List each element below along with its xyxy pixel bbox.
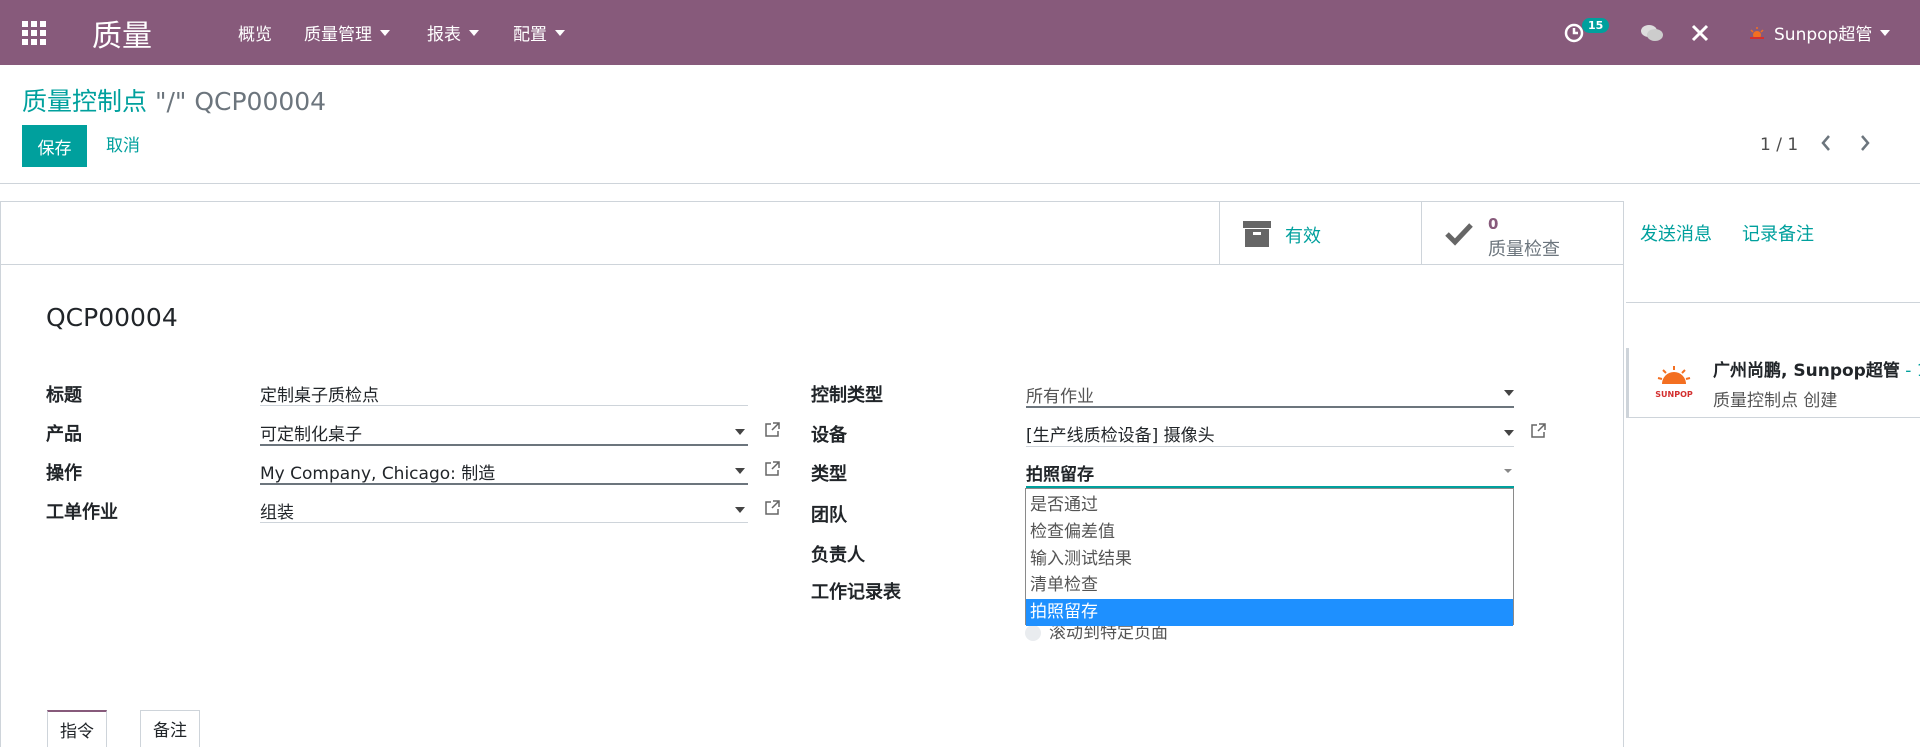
type-option-measure[interactable]: 检查偏差值 bbox=[1026, 519, 1513, 546]
product-label: 产品 bbox=[46, 424, 82, 445]
user-name: Sunpop超管 bbox=[1774, 25, 1873, 45]
control-type-dropdown-caret-icon[interactable] bbox=[1504, 390, 1514, 396]
message-author-name: 广州尚鹏, Sunpop超管 bbox=[1713, 361, 1900, 381]
title-field[interactable]: 定制桌子质检点 bbox=[260, 381, 379, 406]
quality-checks-count: 0 bbox=[1488, 215, 1499, 233]
title-label: 标题 bbox=[46, 385, 82, 406]
worksheet-radio-label: 滚动到特定页面 bbox=[1049, 623, 1168, 643]
external-link-icon[interactable] bbox=[1529, 422, 1547, 440]
type-option-take-picture[interactable]: 拍照留存 bbox=[1026, 599, 1513, 626]
external-link-icon[interactable] bbox=[763, 460, 781, 478]
button-box: 有效 0 质量检查 bbox=[1, 202, 1623, 265]
workorder-dropdown-caret-icon[interactable] bbox=[735, 507, 745, 513]
operation-field[interactable]: My Company, Chicago: 制造 bbox=[260, 459, 495, 484]
avatar-logo-text: SUNPOP bbox=[1655, 390, 1693, 399]
active-label: 有效 bbox=[1285, 226, 1321, 247]
top-navbar: 质量 概览 质量管理 报表 配置 15 Sunpop超管 bbox=[0, 0, 1920, 65]
message-time: - 1 bbox=[1905, 361, 1920, 381]
app-brand[interactable]: 质量 bbox=[92, 0, 152, 65]
sunpop-avatar-icon: SUNPOP bbox=[1655, 366, 1693, 399]
chevron-down-icon bbox=[469, 29, 479, 36]
equipment-label: 设备 bbox=[811, 425, 847, 446]
activity-count-badge: 15 bbox=[1582, 18, 1610, 33]
workorder-field-underline bbox=[260, 522, 748, 523]
type-option-test-result[interactable]: 输入测试结果 bbox=[1026, 546, 1513, 573]
save-button[interactable]: 保存 bbox=[22, 125, 87, 167]
equipment-underline bbox=[1026, 446, 1514, 447]
type-label: 类型 bbox=[811, 464, 847, 485]
radio-dot-icon bbox=[1025, 625, 1041, 641]
team-label: 团队 bbox=[811, 505, 847, 526]
control-type-field[interactable]: 所有作业 bbox=[1026, 382, 1094, 407]
debug-tools-icon[interactable] bbox=[1690, 0, 1710, 65]
title-field-underline bbox=[260, 405, 748, 406]
chat-icon[interactable] bbox=[1640, 0, 1664, 65]
cancel-button[interactable]: 取消 bbox=[106, 125, 140, 167]
pager-previous-icon[interactable] bbox=[1818, 132, 1834, 154]
check-icon bbox=[1445, 223, 1473, 246]
menu-reports[interactable]: 报表 bbox=[427, 0, 479, 65]
control-panel-divider bbox=[0, 183, 1920, 184]
menu-configuration[interactable]: 配置 bbox=[513, 0, 565, 65]
breadcrumb-separator: "/" bbox=[147, 87, 195, 116]
pager-next-icon[interactable] bbox=[1857, 132, 1873, 154]
breadcrumb-parent[interactable]: 质量控制点 bbox=[22, 87, 147, 116]
apps-menu-icon[interactable] bbox=[22, 0, 50, 65]
equipment-field[interactable]: [生产线质检设备] 摄像头 bbox=[1026, 421, 1215, 446]
chevron-down-icon bbox=[1880, 29, 1891, 36]
chevron-down-icon bbox=[380, 29, 390, 36]
menu-configuration-label: 配置 bbox=[513, 25, 547, 45]
product-dropdown-caret-icon[interactable] bbox=[735, 429, 745, 435]
type-dropdown-caret-icon[interactable] bbox=[1504, 469, 1512, 473]
operation-field-underline bbox=[260, 483, 748, 485]
chatter-message: SUNPOP 广州尚鹏, Sunpop超管 - 1 质量控制点 创建 bbox=[1626, 348, 1920, 418]
send-message-button[interactable]: 发送消息 bbox=[1640, 220, 1712, 246]
message-body: 质量控制点 创建 bbox=[1713, 391, 1838, 411]
activity-clock-icon[interactable] bbox=[1564, 0, 1584, 65]
responsible-label: 负责人 bbox=[811, 545, 865, 566]
operation-label: 操作 bbox=[46, 463, 82, 484]
message-author: 广州尚鹏, Sunpop超管 - 1 bbox=[1713, 356, 1920, 381]
active-toggle-button[interactable]: 有效 bbox=[1219, 202, 1421, 265]
breadcrumb-current: QCP00004 bbox=[194, 87, 327, 116]
log-note-button[interactable]: 记录备注 bbox=[1742, 220, 1814, 246]
type-option-checklist[interactable]: 清单检查 bbox=[1026, 572, 1513, 599]
menu-quality-management[interactable]: 质量管理 bbox=[304, 0, 390, 65]
workorder-label: 工单作业 bbox=[46, 502, 118, 523]
menu-reports-label: 报表 bbox=[427, 25, 461, 45]
external-link-icon[interactable] bbox=[763, 499, 781, 517]
company-logo-icon bbox=[1750, 26, 1764, 39]
chevron-down-icon bbox=[555, 29, 565, 36]
archive-icon bbox=[1243, 221, 1271, 247]
control-type-underline bbox=[1026, 406, 1514, 408]
type-options-list: 是否通过 检查偏差值 输入测试结果 清单检查 拍照留存 bbox=[1025, 488, 1514, 626]
menu-quality-management-label: 质量管理 bbox=[304, 25, 372, 45]
equipment-dropdown-caret-icon[interactable] bbox=[1504, 430, 1514, 436]
quality-checks-label: 质量检查 bbox=[1488, 239, 1560, 260]
worksheet-label: 工作记录表 bbox=[811, 582, 901, 603]
tab-instructions[interactable]: 指令 bbox=[47, 710, 107, 747]
record-name: QCP00004 bbox=[46, 303, 178, 332]
control-type-label: 控制类型 bbox=[811, 385, 883, 406]
tab-notes[interactable]: 备注 bbox=[140, 710, 200, 747]
external-link-icon[interactable] bbox=[763, 421, 781, 439]
type-select[interactable]: 拍照留存 bbox=[1026, 460, 1094, 485]
product-field-underline bbox=[260, 444, 748, 446]
menu-overview[interactable]: 概览 bbox=[238, 0, 272, 65]
breadcrumb: 质量控制点 "/" QCP00004 bbox=[22, 82, 326, 118]
workorder-field[interactable]: 组装 bbox=[260, 498, 294, 523]
pager-value[interactable]: 1 / 1 bbox=[1760, 135, 1798, 155]
operation-dropdown-caret-icon[interactable] bbox=[735, 468, 745, 474]
chatter-divider bbox=[1626, 302, 1920, 303]
product-field[interactable]: 可定制化桌子 bbox=[260, 420, 362, 445]
quality-checks-button[interactable]: 0 质量检查 bbox=[1421, 202, 1623, 265]
user-menu[interactable]: Sunpop超管 bbox=[1748, 0, 1891, 65]
type-option-pass-fail[interactable]: 是否通过 bbox=[1026, 492, 1513, 519]
